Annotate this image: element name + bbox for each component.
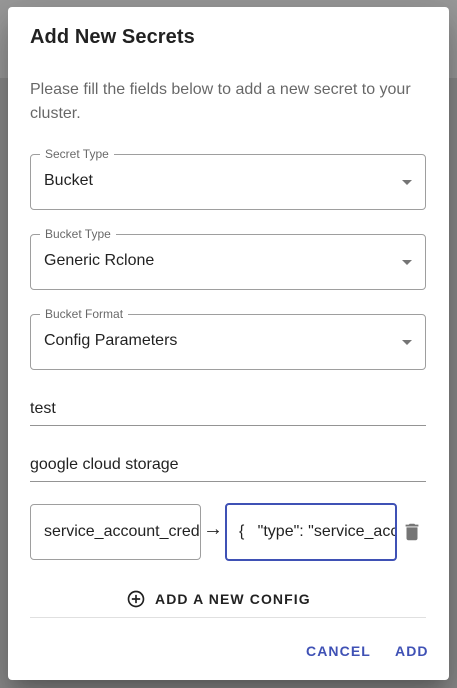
dialog-title: Add New Secrets: [30, 26, 195, 48]
caret-down-icon: [402, 260, 412, 265]
caret-down-icon: [402, 180, 412, 185]
actions-divider: [30, 617, 426, 618]
secret-type-label: Secret Type: [40, 147, 114, 161]
config-key-input[interactable]: [31, 505, 200, 559]
add-config-button[interactable]: ADD A NEW CONFIG: [126, 587, 311, 611]
bucket-format-select[interactable]: Bucket Format Config Parameters: [30, 307, 426, 370]
plus-circle-outline-icon: [127, 590, 145, 608]
secret-description-input[interactable]: [30, 451, 426, 479]
bucket-type-label: Bucket Type: [40, 227, 116, 241]
bucket-type-value: Generic Rclone: [44, 252, 155, 269]
trash-icon: [405, 523, 419, 541]
bucket-type-select[interactable]: Bucket Type Generic Rclone: [30, 227, 426, 290]
bucket-format-value: Config Parameters: [44, 332, 178, 349]
dialog-description: Please fill the fields below to add a ne…: [30, 81, 411, 122]
secret-description-field: [30, 451, 426, 482]
secret-type-value: Bucket: [44, 172, 93, 189]
delete-config-button[interactable]: [401, 521, 423, 543]
bucket-format-label: Bucket Format: [40, 307, 129, 321]
cancel-button[interactable]: CANCEL: [306, 643, 371, 659]
arrow-right-icon: →: [203, 518, 223, 540]
caret-down-icon: [402, 340, 412, 345]
config-value-input[interactable]: [227, 505, 395, 559]
add-button[interactable]: ADD: [395, 643, 429, 659]
config-key-field: [30, 504, 201, 560]
config-value-field: [225, 503, 397, 561]
secret-type-select[interactable]: Secret Type Bucket: [30, 147, 426, 210]
add-secret-dialog: Add New Secrets Please fill the fields b…: [8, 7, 449, 680]
secret-name-input[interactable]: [30, 395, 426, 423]
add-config-label: ADD A NEW CONFIG: [155, 591, 311, 607]
secret-name-field: [30, 395, 426, 426]
